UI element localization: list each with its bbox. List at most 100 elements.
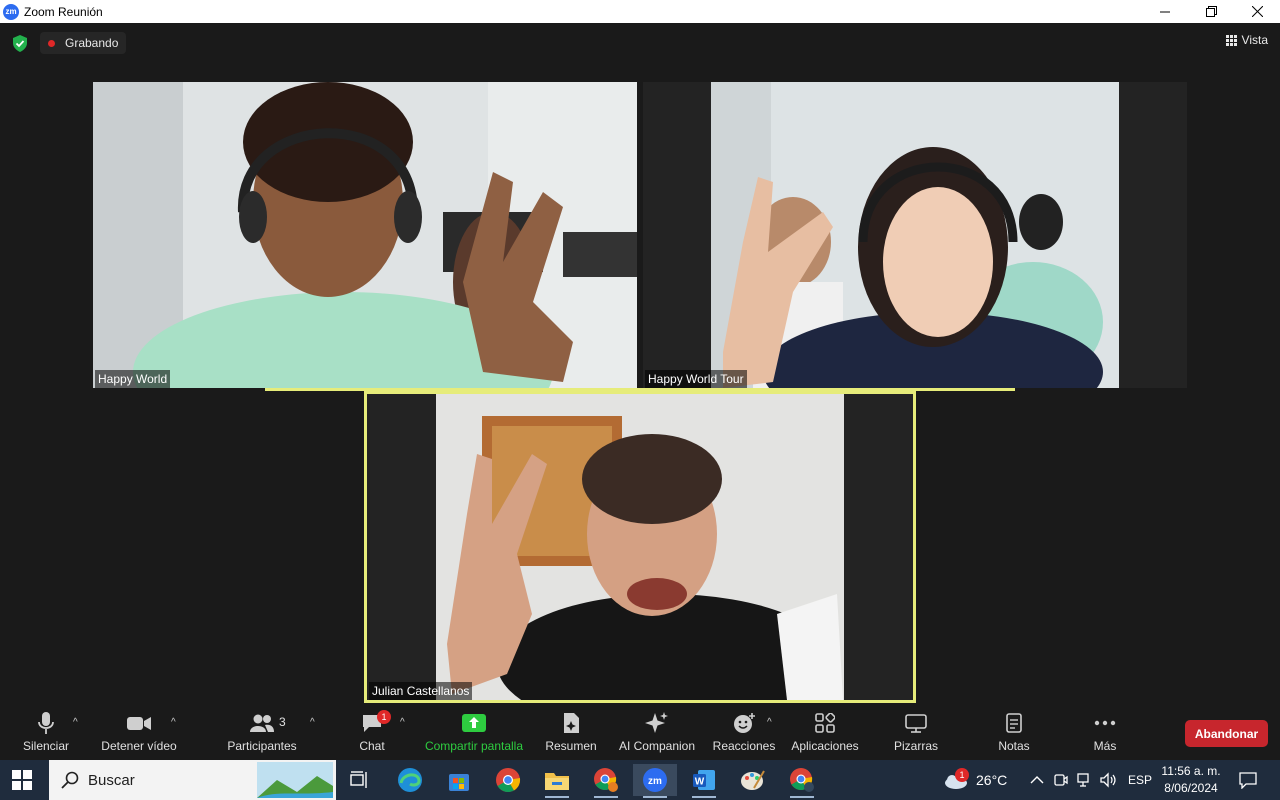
microsoft-store-icon [449,774,469,791]
window-titlebar: zm Zoom Reunión [0,0,1280,23]
audio-options-caret[interactable]: ^ [73,717,78,728]
video-button[interactable]: Detener vídeo [100,707,178,760]
clock-time: 11:56 a. m. [1161,764,1221,778]
taskbar-task-view[interactable] [338,764,382,796]
paint-palette-icon [741,770,765,790]
participants-label: Participantes [227,739,297,753]
leave-meeting-button[interactable]: Abandonar [1185,720,1268,747]
reactions-label: Reacciones [712,739,776,753]
close-button[interactable] [1234,0,1280,23]
apps-icon [815,713,835,733]
chrome-profile-icon [594,768,618,792]
taskbar-chrome-profile[interactable] [584,764,628,798]
notes-label: Notas [998,739,1030,753]
share-screen-icon [462,714,486,732]
taskbar-search-box[interactable]: Buscar [49,760,336,800]
ai-companion-label: AI Companion [618,739,696,753]
grid-view-icon [1225,34,1237,46]
whiteboards-button[interactable]: Pizarras [890,707,942,760]
participants-icon [250,714,274,732]
participant-video-image [711,82,1119,388]
restore-button[interactable] [1188,0,1234,23]
chevron-up-icon[interactable] [1030,775,1044,785]
file-explorer-folder-icon [545,773,569,790]
chat-label: Chat [359,739,385,753]
chrome-profile-icon [790,768,814,792]
volume-icon[interactable] [1100,772,1118,788]
participant-name-tag: Happy World [95,370,171,388]
summary-button[interactable]: Resumen [544,707,598,760]
search-icon [61,771,79,789]
taskbar-paint[interactable] [731,764,775,796]
mute-label: Silenciar [22,739,70,753]
meeting-topbar: Grabando Vista [0,23,1280,63]
recording-label: Grabando [65,36,119,50]
taskbar-zoom[interactable]: zm [633,764,677,798]
windows-start-icon[interactable] [12,770,32,790]
taskbar-chrome-second[interactable] [780,764,824,798]
reactions-options-caret[interactable]: ^ [767,717,772,728]
video-label: Detener vídeo [101,739,177,753]
taskbar-file-explorer[interactable] [535,764,579,798]
meeting-toolbar: Silenciar ^ Detener vídeo ^ 3 Participan… [0,707,1280,760]
network-icon[interactable] [1077,772,1093,788]
apps-label: Aplicaciones [791,739,859,753]
whiteboards-label: Pizarras [893,739,938,753]
participant-video-image [436,394,844,700]
summary-label: Resumen [545,739,597,753]
input-language[interactable]: ESP [1128,773,1152,787]
participants-count: 3 [279,715,286,729]
taskbar-edge[interactable] [388,764,432,796]
whiteboard-icon [905,714,927,733]
meeting-area: Grabando Vista Happy World Happy World T… [0,23,1280,707]
recording-indicator[interactable]: Grabando [40,32,127,54]
more-dots-icon [1094,720,1116,726]
chat-button[interactable]: 1 Chat [356,707,391,760]
notes-icon [1006,713,1022,733]
video-camera-icon [127,717,151,730]
participant-video-image [93,82,637,388]
more-label: Más [1093,739,1117,753]
encryption-shield-icon[interactable] [12,35,28,52]
word-app-icon: W [693,770,715,790]
share-screen-label: Compartir pantalla [424,739,524,753]
window-title: Zoom Reunión [24,4,103,19]
view-button[interactable]: Vista [1225,33,1268,47]
weather-temperature: 26°C [976,772,1008,788]
weather-widget[interactable]: 1 26°C [942,760,1007,800]
share-screen-button[interactable]: Compartir pantalla [424,707,524,760]
svg-text:zm: zm [648,776,662,787]
search-label: Buscar [88,771,135,789]
video-tile-happy-world[interactable]: Happy World [93,82,637,388]
more-button[interactable]: Más [1088,707,1122,760]
mute-button[interactable]: Silenciar [18,707,74,760]
ai-companion-button[interactable]: AI Companion [618,707,696,760]
notifications-icon[interactable] [1239,771,1257,789]
minimize-button[interactable] [1142,0,1188,23]
reactions-smiley-icon [734,713,755,733]
view-label: Vista [1241,33,1268,47]
zoom-logo-icon: zm [3,3,19,20]
search-highlight-landscape-icon [257,762,333,798]
participants-button[interactable]: 3 Participantes [226,707,298,760]
video-tile-julian-castellanos[interactable]: Julian Castellanos [364,391,916,703]
video-options-caret[interactable]: ^ [171,717,176,728]
notes-button[interactable]: Notas [994,707,1034,760]
taskbar-word[interactable]: W [682,764,726,798]
participants-options-caret[interactable]: ^ [310,717,315,728]
meet-now-icon[interactable] [1054,772,1068,788]
reactions-button[interactable]: Reacciones [713,707,775,760]
chat-options-caret[interactable]: ^ [400,717,405,728]
taskbar-clock[interactable]: 11:56 a. m. 8/06/2024 [1156,763,1226,797]
video-tile-happy-world-tour[interactable]: Happy World Tour [643,82,1187,388]
apps-button[interactable]: Aplicaciones [790,707,860,760]
taskbar-store[interactable] [437,764,481,796]
participant-name-tag: Happy World Tour [645,370,747,388]
participant-name-tag: Julian Castellanos [369,682,473,700]
chat-unread-badge: 1 [377,710,391,724]
zoom-app-icon: zm [643,768,667,792]
taskbar-chrome[interactable] [486,764,530,796]
edge-browser-icon [398,768,422,792]
system-tray-icons: ESP [1030,760,1152,800]
recording-dot-icon [48,39,55,47]
